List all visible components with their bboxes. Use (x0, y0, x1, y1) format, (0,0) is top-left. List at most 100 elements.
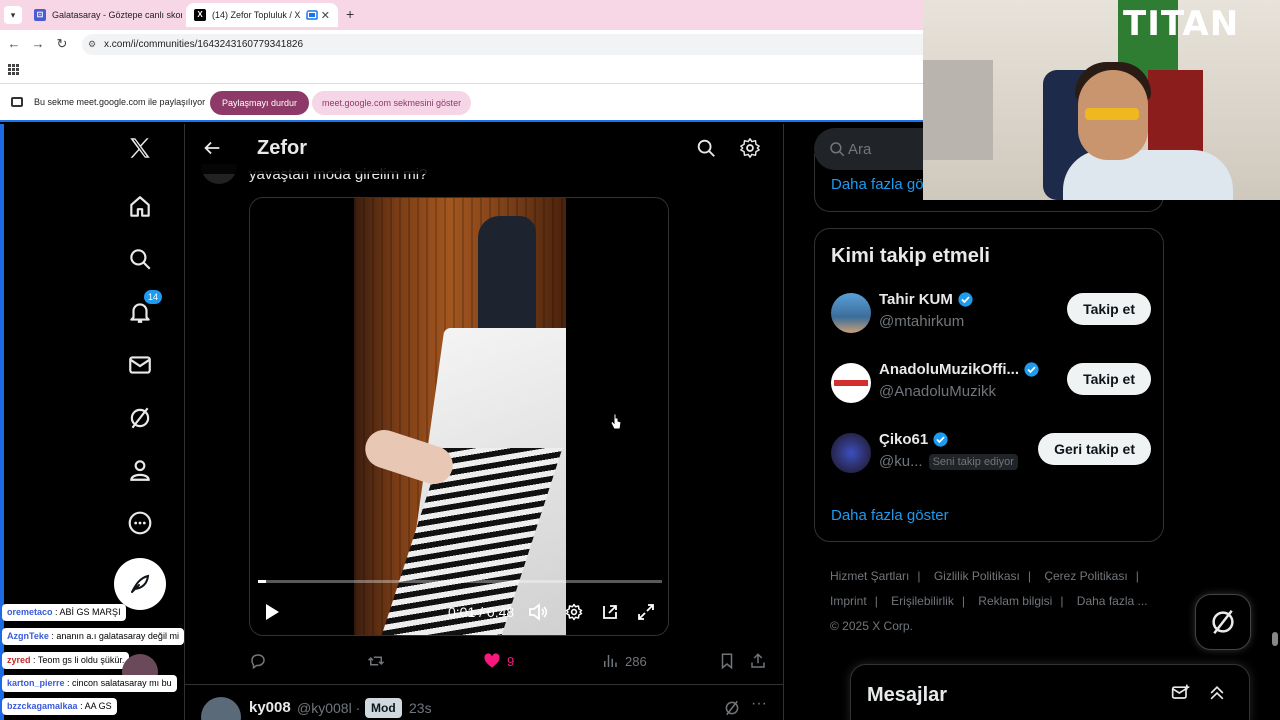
user-handle: @ku... Seni takip ediyor (879, 453, 1018, 470)
avatar[interactable] (831, 293, 871, 333)
user-handle: @AnadoluMuzikk (879, 383, 996, 400)
show-meet-tab-button[interactable]: meet.google.com sekmesini göster (312, 91, 472, 115)
reply-icon[interactable] (249, 650, 267, 672)
back-arrow-icon[interactable] (201, 137, 223, 159)
repost-icon[interactable] (366, 650, 386, 672)
apps-grid-icon[interactable] (8, 64, 19, 75)
x-page: 14 Zefor yavaştan moda girelim mi? 0:01 … (0, 124, 1280, 720)
avatar[interactable] (831, 433, 871, 473)
fullscreen-icon[interactable] (636, 602, 656, 622)
tab-list-button[interactable]: ▾ (4, 6, 22, 24)
pop-out-icon[interactable] (600, 602, 620, 622)
footer-link[interactable]: Çerez Politikası (1044, 569, 1127, 583)
footer-link[interactable]: Reklam bilgisi (978, 594, 1052, 608)
user-name: Tahir KUM (879, 291, 974, 308)
follow-button[interactable]: Takip et (1067, 363, 1151, 395)
grok-icon[interactable] (122, 400, 158, 436)
more-dots-icon[interactable]: ··· (751, 695, 767, 713)
webcam-overlay: TITAN (923, 0, 1280, 200)
search-icon[interactable] (695, 137, 717, 159)
post-time[interactable]: 23s (409, 700, 432, 716)
suggested-user[interactable]: Tahir KUM @mtahirkum Takip et (831, 287, 1151, 343)
play-icon[interactable] (262, 602, 282, 622)
avatar[interactable] (831, 363, 871, 403)
views-button[interactable]: 286 (601, 650, 647, 672)
site-info-icon[interactable]: ⚙ (88, 34, 96, 55)
url-input[interactable]: ⚙ x.com/i/communities/164324316077934182… (82, 34, 942, 55)
video-player[interactable]: 0:01 / 0:48 (249, 197, 669, 636)
footer-link[interactable]: Hizmet Şartları (830, 569, 909, 583)
chat-message: oremetaco : ABİ GS MARŞI (2, 604, 126, 621)
chat-user: bzzckagamalkaa (7, 701, 78, 711)
grok-icon[interactable] (723, 699, 741, 720)
who-to-follow-card: Kimi takip etmeli Tahir KUM @mtahirkum T… (814, 228, 1164, 542)
sharing-indicator-icon (306, 8, 320, 22)
chat-message: AzgnTeke : ananın a.ı galatasaray değil … (2, 628, 184, 645)
volume-icon[interactable] (528, 602, 548, 622)
separator-dot: · (355, 700, 361, 716)
profile-icon[interactable] (122, 452, 158, 488)
video-progress-bar[interactable] (258, 580, 662, 583)
show-more-link[interactable]: Daha fazla göster (831, 507, 949, 524)
more-options-icon[interactable] (122, 505, 158, 541)
footer-link[interactable]: Gizlilik Politikası (934, 569, 1020, 583)
video-controls: 0:01 / 0:48 (250, 594, 668, 630)
bookmark-icon[interactable] (719, 650, 735, 672)
follow-back-button[interactable]: Geri takip et (1038, 433, 1151, 465)
tab-title: Galatasaray - Göztepe canlı skor (52, 10, 182, 20)
share-message: Bu sekme meet.google.com ile paylaşılıyo… (34, 97, 206, 107)
expand-chevrons-icon[interactable] (1207, 683, 1227, 708)
messages-drawer[interactable]: Mesajlar (850, 664, 1250, 720)
chat-message: zyred : Teom gs li oldu şükür. (2, 652, 130, 669)
anadolu-logo-icon (833, 377, 869, 389)
notifications-bell-icon[interactable]: 14 (122, 290, 162, 330)
footer-links: Hizmet Şartları | Gizlilik Politikası | Çe… (830, 564, 1160, 639)
suggested-user[interactable]: Çiko61 @ku... Seni takip ediyor Geri taki… (831, 427, 1151, 483)
titan-logo: TITAN (1123, 4, 1240, 44)
explore-search-icon[interactable] (122, 241, 158, 277)
back-arrow-icon[interactable]: ← (6, 36, 22, 51)
footer-link[interactable]: Daha fazla ... (1077, 594, 1148, 608)
verified-badge-icon (958, 292, 973, 307)
home-icon[interactable] (122, 189, 158, 225)
forward-arrow-icon[interactable]: → (30, 36, 46, 51)
suggested-user[interactable]: AnadoluMuzikOffi... @AnadoluMuzikk Takip… (831, 357, 1151, 413)
new-tab-button[interactable]: + (346, 6, 354, 22)
scrollbar-thumb[interactable] (1272, 632, 1278, 646)
user-name: Çiko61 (879, 431, 949, 448)
video-frame (354, 198, 566, 635)
reload-icon[interactable]: ↻ (54, 36, 70, 52)
search-placeholder: Ara (848, 141, 872, 158)
like-button[interactable]: 9 (483, 650, 514, 672)
messages-mail-icon[interactable] (122, 347, 158, 383)
like-count: 9 (507, 653, 515, 669)
post-actions: 9 286 (249, 650, 775, 674)
chat-text: : ABİ GS MARŞI (55, 607, 121, 617)
footer-link[interactable]: Erişilebilirlik (891, 594, 954, 608)
messages-title: Mesajlar (867, 684, 948, 706)
stop-sharing-button[interactable]: Paylaşmayı durdur (210, 91, 310, 115)
verified-badge-icon (1024, 362, 1039, 377)
next-post[interactable]: ky008 @ky008l · Mod 23s ··· (185, 684, 783, 720)
video-time: 0:01 / 0:48 (448, 604, 515, 620)
avatar[interactable] (201, 697, 241, 720)
x-logo-icon[interactable] (122, 130, 158, 166)
author-handle: @ky008l · (297, 700, 360, 716)
follow-button[interactable]: Takip et (1067, 293, 1151, 325)
chat-text: : Teom gs li oldu şükür. (33, 655, 125, 665)
footer-link[interactable]: Imprint (830, 594, 867, 608)
share-icon[interactable] (749, 650, 767, 672)
notification-badge: 14 (144, 290, 162, 304)
grok-floating-button[interactable] (1195, 594, 1251, 650)
video-settings-icon[interactable] (564, 602, 584, 622)
new-message-icon[interactable] (1171, 683, 1191, 708)
who-to-follow-title: Kimi takip etmeli (831, 245, 990, 267)
page-header: Zefor (185, 124, 783, 174)
compose-post-button[interactable] (114, 558, 166, 610)
copyright: © 2025 X Corp. (830, 619, 913, 633)
heart-icon (484, 653, 500, 668)
user-name: AnadoluMuzikOffi... (879, 361, 1040, 378)
settings-gear-icon[interactable] (739, 137, 761, 159)
tab-galatasaray[interactable]: ⊡ Galatasaray - Göztepe canlı skor ✕ (26, 3, 182, 27)
author-name[interactable]: ky008 (249, 699, 291, 716)
